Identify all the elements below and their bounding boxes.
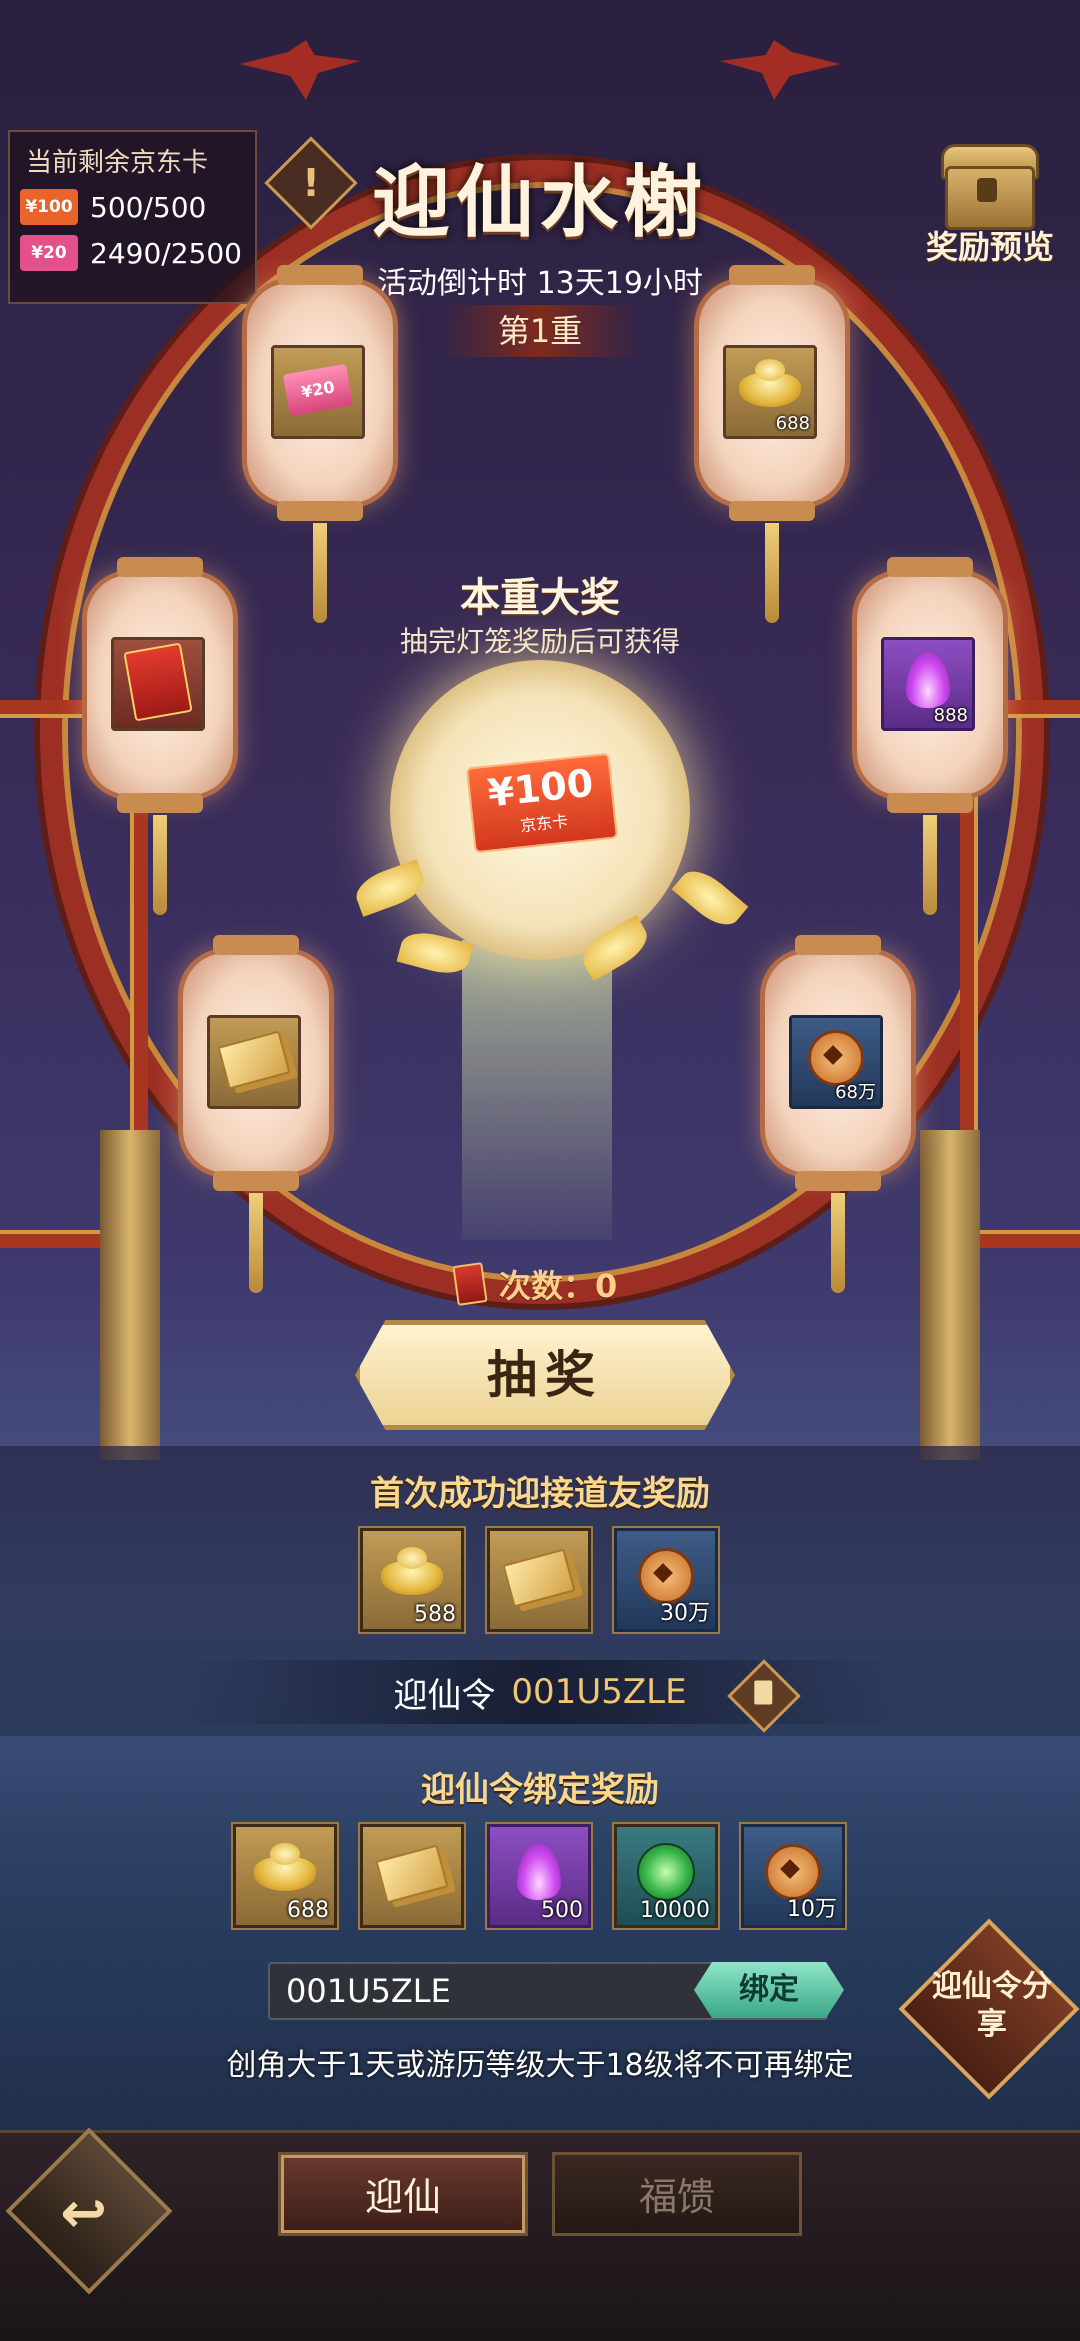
red-envelope-icon: [452, 1262, 488, 1306]
lantern-reward-slot: ¥20: [271, 345, 365, 439]
bird-ornament-right: [720, 40, 840, 100]
gold-ingot-icon: [254, 1843, 316, 1892]
decorative-pillar-left: [100, 1130, 160, 1460]
gold-ingot-icon: [739, 359, 801, 408]
bind-warning: 创角大于1天或游历等级大于18级将不可再绑定: [226, 2048, 854, 2083]
green-orb-icon: [637, 1843, 695, 1902]
decorative-pillar-right: [920, 1130, 980, 1460]
purple-flame-icon: [906, 652, 950, 709]
share-code-label: 迎仙令分享: [931, 1969, 1052, 2043]
stock-count-100: 500/500: [90, 190, 207, 224]
lantern-4[interactable]: 888: [852, 557, 1008, 915]
lantern-3[interactable]: [82, 557, 238, 915]
jd-card-100-icon: ¥100: [20, 189, 78, 225]
lantern-reward-slot: 888: [881, 637, 975, 731]
first-reward-item[interactable]: 588: [360, 1528, 464, 1632]
reward-qty: 10万: [787, 1897, 837, 1922]
red-envelope-icon: [123, 642, 193, 722]
gold-ticket-icon: [217, 1030, 291, 1090]
bind-reward-item[interactable]: 688: [233, 1824, 337, 1928]
reward-qty: 888: [933, 705, 968, 726]
bind-reward-item[interactable]: [360, 1824, 464, 1928]
stock-row-100: ¥100 500/500: [20, 189, 255, 225]
jd-card-100-grand-prize[interactable]: ¥100 京东卡: [465, 752, 619, 854]
bind-button[interactable]: 绑定: [694, 1962, 844, 2018]
treasure-chest-icon[interactable]: [935, 138, 1039, 230]
jd-card-stock-panel: 当前剩余京东卡 ¥100 500/500 ¥20 2490/2500: [8, 130, 257, 304]
reward-qty: 688: [775, 413, 810, 434]
lantern-1[interactable]: ¥20: [242, 265, 398, 623]
tab-fukui[interactable]: 福馈: [552, 2152, 802, 2236]
reward-qty: 500: [541, 1898, 583, 1923]
draw-count-label: 次数：0: [499, 1267, 618, 1305]
copy-icon: [754, 1680, 773, 1705]
bind-reward-title: 迎仙令绑定奖励: [421, 1770, 659, 1810]
first-reward-title: 首次成功迎接道友奖励: [370, 1474, 710, 1514]
jd-card-20-icon: ¥20: [282, 363, 354, 417]
lantern-reward-slot: 68万: [789, 1015, 883, 1109]
purple-flame-icon: [517, 1844, 561, 1901]
gold-ticket-icon: [502, 1548, 576, 1608]
first-reward-item[interactable]: 30万: [614, 1528, 718, 1632]
reward-qty: 588: [414, 1602, 456, 1627]
draw-count: 次数：0: [452, 1262, 655, 1306]
bottom-nav: [0, 2130, 1080, 2341]
reward-qty: 688: [287, 1898, 329, 1923]
light-beam: [462, 940, 612, 1240]
bind-reward-item[interactable]: 10万: [741, 1824, 845, 1928]
lantern-reward-slot: 688: [723, 345, 817, 439]
info-icon: !: [302, 161, 320, 205]
gold-ingot-icon: [381, 1547, 443, 1596]
reward-qty: 68万: [835, 1082, 876, 1103]
stock-header: 当前剩余京东卡: [26, 148, 209, 178]
lantern-reward-slot: [207, 1015, 301, 1109]
lantern-2[interactable]: 688: [694, 265, 850, 623]
stock-count-20: 2490/2500: [90, 236, 242, 270]
invite-code-key: 迎仙令: [393, 1675, 496, 1716]
tab-yingxian[interactable]: 迎仙: [278, 2152, 528, 2236]
bind-reward-item[interactable]: 10000: [614, 1824, 718, 1928]
first-reward-item[interactable]: [487, 1528, 591, 1632]
lantern-5[interactable]: [178, 935, 334, 1293]
reward-preview-button[interactable]: 奖励预览: [905, 222, 1075, 268]
jd-card-20-icon: ¥20: [20, 235, 78, 271]
grand-prize-subtitle: 抽完灯笼奖励后可获得: [399, 625, 680, 658]
bird-ornament-left: [240, 40, 360, 100]
grand-prize-title: 本重大奖: [460, 575, 620, 621]
gold-ticket-icon: [375, 1844, 449, 1904]
draw-button[interactable]: 抽奖: [355, 1320, 735, 1430]
lantern-reward-slot: [111, 637, 205, 731]
stock-row-20: ¥20 2490/2500: [20, 235, 255, 271]
reward-qty: 10000: [640, 1898, 710, 1923]
invite-code-value: 001U5ZLE: [511, 1672, 687, 1712]
bind-reward-item[interactable]: 500: [487, 1824, 591, 1928]
page-title: 迎仙水榭: [371, 157, 708, 248]
lantern-6[interactable]: 68万: [760, 935, 916, 1293]
back-arrow-icon: ↩: [60, 2180, 108, 2246]
stage-label: 第1重: [440, 305, 640, 357]
reward-qty: 30万: [660, 1601, 710, 1626]
